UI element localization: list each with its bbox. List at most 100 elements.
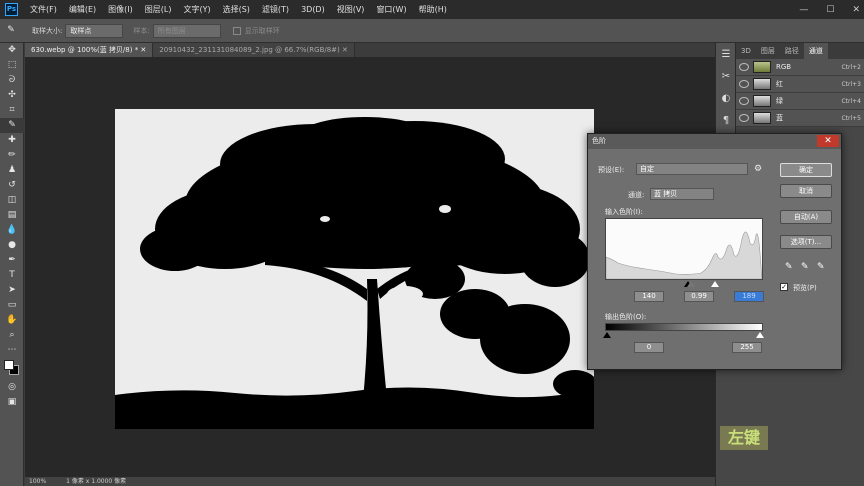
input-gamma-field[interactable]: 0.99 — [684, 291, 714, 302]
channels-list: RGB Ctrl+2 红 Ctrl+3 绿 Ctrl+4 蓝 Ctrl+5 — [736, 59, 864, 127]
input-gray-slider[interactable] — [687, 281, 695, 287]
channel-label: 通道: — [628, 191, 645, 199]
maximize-button[interactable]: ☐ — [826, 5, 834, 15]
hand-tool-icon[interactable]: ✋ — [0, 313, 24, 328]
clone-stamp-icon[interactable]: ♟ — [0, 163, 24, 178]
sample-size-label: 取样大小: — [32, 26, 63, 35]
output-black-field[interactable]: 0 — [634, 342, 664, 353]
zoom-level[interactable]: 100% — [29, 477, 46, 486]
menu-edit[interactable]: 编辑(E) — [69, 4, 96, 15]
tab-jpg-document[interactable]: 20910432_231131084089_2.jpg @ 66.7%(RGB/… — [153, 43, 355, 57]
channel-select[interactable]: 蓝 拷贝 — [650, 188, 714, 200]
gradient-tool-icon[interactable]: ▤ — [0, 208, 24, 223]
menu-type[interactable]: 文字(Y) — [183, 4, 210, 15]
healing-brush-icon[interactable]: ✚ — [0, 133, 24, 148]
quick-mask-icon[interactable]: ◎ — [0, 380, 24, 395]
move-tool-icon[interactable]: ✥ — [0, 43, 24, 58]
channel-row-blue[interactable]: 蓝 Ctrl+5 — [736, 110, 864, 127]
marquee-tool-icon[interactable]: ⬚ — [0, 58, 24, 73]
channel-name: RGB — [776, 63, 792, 71]
preview-checkbox[interactable]: ✓ — [780, 283, 788, 291]
levels-dialog: 色阶 ✕ 预设(E): 自定 ⚙ 通道: 蓝 拷贝 输入色阶(I): 140 0… — [587, 133, 842, 370]
show-ring-label: 显示取样环 — [244, 26, 280, 35]
tree-silhouette-graphic — [115, 117, 594, 429]
menu-window[interactable]: 窗口(W) — [376, 4, 406, 15]
more-tools-icon[interactable]: ⋯ — [0, 343, 24, 358]
minimize-button[interactable]: — — [799, 5, 808, 15]
blur-tool-icon[interactable]: 💧 — [0, 223, 24, 238]
levels-dialog-title[interactable]: 色阶 — [588, 134, 841, 149]
output-white-slider[interactable] — [756, 332, 764, 338]
visibility-eye-icon[interactable] — [739, 63, 749, 71]
input-black-field[interactable]: 140 — [634, 291, 664, 302]
ok-button[interactable]: 确定 — [780, 163, 832, 177]
tab-channels[interactable]: 通道 — [803, 43, 828, 59]
tree-silhouette-image[interactable] — [115, 109, 594, 429]
eyedropper-icon[interactable]: ✎ — [0, 23, 22, 38]
input-white-slider[interactable] — [711, 281, 719, 287]
quick-select-tool-icon[interactable]: ✣ — [0, 88, 24, 103]
tutorial-hint-badge: 左键 — [720, 426, 768, 450]
menu-3d[interactable]: 3D(D) — [301, 5, 325, 14]
zoom-tool-icon[interactable]: ⌕ — [0, 328, 24, 343]
document-info: 1 像素 x 1.0000 像素 — [66, 478, 127, 485]
channel-thumbnail — [753, 112, 771, 124]
tab-paths[interactable]: 路径 — [780, 43, 804, 59]
auto-button[interactable]: 自动(A) — [780, 210, 832, 224]
channel-row-green[interactable]: 绿 Ctrl+4 — [736, 93, 864, 110]
document-tabs: 630.webp @ 100%(蓝 拷贝/8) * ✕ 20910432_231… — [25, 43, 715, 57]
options-button[interactable]: 选项(T)... — [780, 235, 832, 249]
menu-filter[interactable]: 滤镜(T) — [262, 4, 289, 15]
photoshop-logo: Ps — [5, 3, 18, 16]
show-ring-checkbox[interactable] — [232, 26, 241, 35]
gray-point-eyedropper-icon[interactable]: ✎ — [801, 262, 811, 272]
crop-tool-icon[interactable]: ⌗ — [0, 103, 24, 118]
output-black-slider[interactable] — [603, 332, 611, 338]
preset-select[interactable]: 自定 — [636, 163, 748, 175]
visibility-eye-icon[interactable] — [739, 80, 749, 88]
menu-select[interactable]: 选择(S) — [223, 4, 250, 15]
white-point-eyedropper-icon[interactable]: ✎ — [817, 262, 827, 272]
black-point-eyedropper-icon[interactable]: ✎ — [785, 262, 795, 272]
visibility-eye-icon[interactable] — [739, 97, 749, 105]
tools-panel-icon[interactable]: ✂ — [716, 65, 736, 87]
sample-select[interactable]: 所有图层 — [152, 23, 221, 38]
menu-view[interactable]: 视图(V) — [337, 4, 365, 15]
menu-layer[interactable]: 图层(L) — [145, 4, 172, 15]
sample-size-select[interactable]: 取样点 — [65, 23, 124, 38]
channel-row-red[interactable]: 红 Ctrl+3 — [736, 76, 864, 93]
panel-tabs: 3D 图层 路径 通道 — [736, 43, 864, 59]
tab-630-webp[interactable]: 630.webp @ 100%(蓝 拷贝/8) * ✕ — [25, 43, 154, 57]
preset-options-gear-icon[interactable]: ⚙ — [754, 164, 762, 174]
input-white-field[interactable]: 189 — [734, 291, 764, 302]
tab-3d[interactable]: 3D — [736, 43, 756, 59]
shape-tool-icon[interactable]: ▭ — [0, 298, 24, 313]
cancel-button[interactable]: 取消 — [780, 184, 832, 198]
channel-row-rgb[interactable]: RGB Ctrl+2 — [736, 59, 864, 76]
eraser-tool-icon[interactable]: ◫ — [0, 193, 24, 208]
lasso-tool-icon[interactable]: ᘐ — [0, 73, 24, 88]
history-brush-icon[interactable]: ↺ — [0, 178, 24, 193]
type-tool-icon[interactable]: T — [0, 268, 24, 283]
menu-file[interactable]: 文件(F) — [30, 4, 57, 15]
dodge-tool-icon[interactable]: ● — [0, 238, 24, 253]
preview-label: 预览(P) — [793, 284, 817, 292]
menu-help[interactable]: 帮助(H) — [419, 4, 447, 15]
eyedropper-tool-icon[interactable]: ✎ — [0, 118, 24, 133]
visibility-eye-icon[interactable] — [739, 114, 749, 122]
brush-tool-icon[interactable]: ✏ — [0, 148, 24, 163]
close-window-button[interactable]: ✕ — [852, 5, 860, 15]
foreground-color-swatch[interactable] — [4, 360, 14, 370]
output-white-field[interactable]: 255 — [732, 342, 762, 353]
history-panel-icon[interactable]: ☰ — [716, 43, 736, 65]
pen-tool-icon[interactable]: ✒ — [0, 253, 24, 268]
paragraph-panel-icon[interactable]: ¶ — [716, 109, 736, 131]
close-dialog-button[interactable]: ✕ — [817, 135, 839, 147]
screen-mode-icon[interactable]: ▣ — [0, 395, 24, 410]
path-select-icon[interactable]: ➤ — [0, 283, 24, 298]
tab-layers[interactable]: 图层 — [756, 43, 780, 59]
levels-histogram — [605, 218, 763, 280]
menu-image[interactable]: 图像(I) — [108, 4, 133, 15]
color-swatches[interactable] — [0, 358, 24, 380]
adjustments-panel-icon[interactable]: ◐ — [716, 87, 736, 109]
